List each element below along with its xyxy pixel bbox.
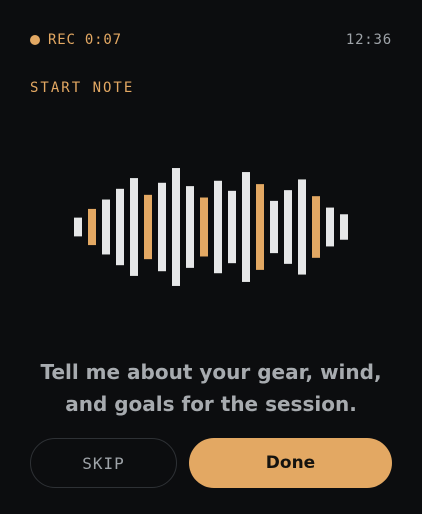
waveform-bar [326, 207, 334, 247]
waveform-bar [102, 199, 110, 255]
waveform-bar [74, 217, 82, 237]
waveform-bar [242, 172, 250, 282]
waveform-bar [130, 178, 138, 276]
waveform-bar [340, 214, 348, 240]
waveform-bar [270, 200, 278, 254]
waveform-bar [228, 190, 236, 264]
status-bar: REC 0:07 12:36 [30, 30, 392, 50]
prompt-text: Tell me about your gear, wind, and goals… [40, 360, 382, 416]
waveform-bar [214, 180, 222, 274]
waveform-bar [172, 168, 180, 286]
waveform-bar [116, 188, 124, 266]
waveform-bar [284, 190, 292, 264]
recording-timer: REC 0:07 [48, 32, 122, 48]
skip-button[interactable]: SKIP [30, 438, 177, 488]
done-button[interactable]: Done [189, 438, 392, 488]
waveform-bar [186, 186, 194, 268]
waveform-bar [298, 179, 306, 275]
waveform-bar [88, 208, 96, 246]
waveform-bar [312, 196, 320, 258]
waveform-bar [200, 197, 208, 257]
recording-indicator: REC 0:07 [30, 32, 122, 48]
waveform-bar [256, 184, 264, 270]
waveform-bar [158, 182, 166, 272]
section-label: START NOTE [30, 80, 135, 96]
waveform-bar [144, 194, 152, 260]
waveform-visualizer [74, 168, 348, 286]
clock: 12:36 [345, 32, 392, 48]
recording-dot-icon [30, 35, 40, 45]
